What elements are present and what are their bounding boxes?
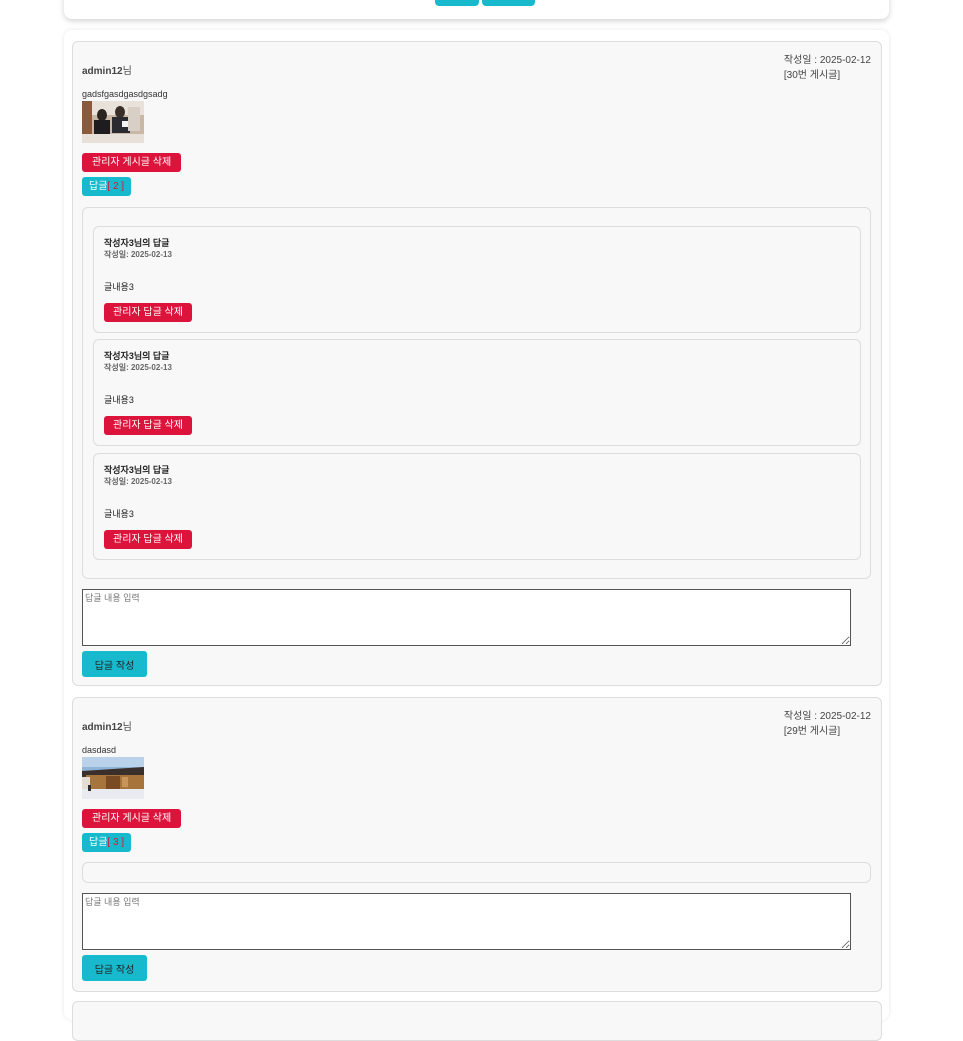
admin-reply-delete-button[interactable]: 관리자 답글 삭제 (104, 530, 192, 549)
post-card (72, 1001, 882, 1041)
admin-post-delete-button[interactable]: 관리자 게시글 삭제 (82, 153, 182, 172)
reply-content: 글내용3 (104, 395, 134, 405)
admin-post-delete-button[interactable]: 관리자 게시글 삭제 (82, 809, 182, 828)
reply-input[interactable] (82, 893, 851, 950)
reply-submit-button[interactable]: 답글 작성 (82, 651, 147, 677)
previous-section-card (64, 0, 889, 19)
post-content: dasdasd (82, 745, 117, 755)
post-date: 작성일 : 2025-02-12 (783, 55, 871, 66)
post-number: [30번 게시글] (783, 70, 841, 81)
post-card: admin12님 작성일 : 2025-02-12 [29번 게시글] dasd… (72, 697, 882, 992)
admin-reply-delete-button[interactable]: 관리자 답글 삭제 (104, 303, 192, 322)
post-card: admin12님 작성일 : 2025-02-12 [30번 게시글] gads… (72, 41, 882, 686)
post-list: admin12님 작성일 : 2025-02-12 [30번 게시글] gads… (64, 30, 889, 1041)
post-number: [29번 게시글] (783, 726, 841, 737)
reply-content: 글내용3 (104, 282, 134, 292)
admin-reply-delete-button[interactable]: 관리자 답글 삭제 (104, 416, 192, 435)
reply-count: [ 3 ] (107, 837, 125, 848)
reply-title: 작성자3님의 답글 (104, 465, 170, 475)
reply-item: 작성자3님의 답글 작성일: 2025-02-13 글내용3 관리자 답글 삭제 (93, 339, 861, 446)
post-author: admin12님 (82, 722, 132, 733)
top-action-button-2[interactable] (482, 0, 535, 6)
post-meta: 작성일 : 2025-02-12 [29번 게시글] (784, 709, 871, 739)
reply-count: [ 2 ] (107, 181, 125, 192)
reply-item: 작성자3님의 답글 작성일: 2025-02-13 글내용3 관리자 답글 삭제 (93, 453, 861, 560)
top-action-button-1[interactable] (435, 0, 479, 6)
reply-toggle-button[interactable]: 답글[ 3 ] (82, 833, 132, 852)
reply-date: 작성일: 2025-02-13 (104, 477, 172, 486)
reply-submit-button[interactable]: 답글 작성 (82, 955, 147, 981)
reply-item: 작성자3님의 답글 작성일: 2025-02-13 글내용3 관리자 답글 삭제 (93, 226, 861, 333)
reply-title: 작성자3님의 답글 (104, 351, 170, 361)
reply-toggle-button[interactable]: 답글[ 2 ] (82, 177, 132, 196)
reply-date: 작성일: 2025-02-13 (104, 250, 172, 259)
post-meta: 작성일 : 2025-02-12 [30번 게시글] (784, 53, 871, 83)
reply-date: 작성일: 2025-02-13 (104, 363, 172, 372)
reply-content: 글내용3 (104, 509, 134, 519)
post-image[interactable] (82, 101, 144, 143)
reply-title: 작성자3님의 답글 (104, 238, 170, 248)
post-author: admin12님 (82, 66, 132, 77)
reply-list (82, 862, 871, 883)
post-date: 작성일 : 2025-02-12 (783, 711, 871, 722)
post-image[interactable] (82, 757, 144, 799)
reply-list: 작성자3님의 답글 작성일: 2025-02-13 글내용3 관리자 답글 삭제… (82, 207, 871, 579)
reply-input[interactable] (82, 589, 851, 646)
post-content: gadsfgasdgasdgsadg (82, 89, 168, 99)
